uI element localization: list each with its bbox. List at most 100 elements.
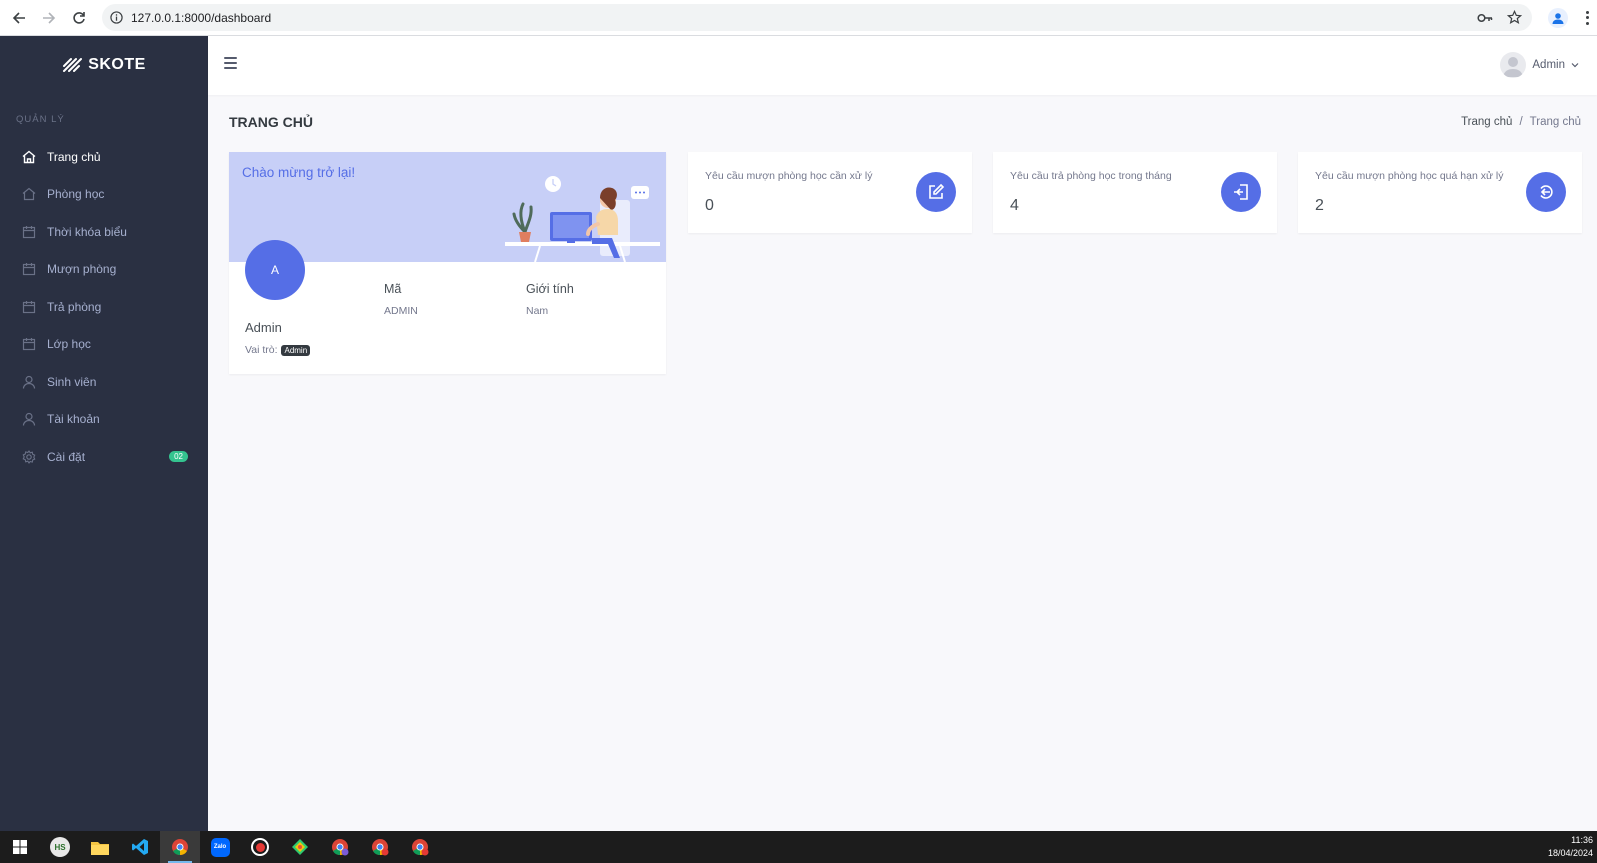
profile-gender: Giới tính Nam	[526, 282, 574, 317]
sidebar-item-label: Trang chủ	[47, 149, 101, 164]
sidebar-item-sinh-vien[interactable]: Sinh viên	[0, 363, 208, 401]
profile-icon[interactable]	[1548, 7, 1568, 28]
calendar-icon	[22, 300, 36, 314]
clock-time: 11:36	[1571, 835, 1593, 845]
settings-badge: 02	[169, 451, 188, 462]
chevron-down-icon	[1571, 63, 1579, 68]
welcome-banner: Chào mừng trở lại!	[229, 152, 666, 262]
code-value: ADMIN	[384, 305, 418, 317]
log-out-icon	[1526, 172, 1566, 212]
vscode-icon[interactable]	[120, 831, 160, 863]
breadcrumb: Trang chủ / Trang chủ	[1461, 116, 1581, 128]
gender-value: Nam	[526, 305, 549, 317]
gender-label: Giới tính	[526, 282, 574, 296]
sidebar-item-label: Sinh viên	[47, 374, 97, 389]
reload-icon	[73, 11, 85, 24]
calendar-icon	[22, 337, 36, 351]
sidebar-item-label: Cài đặt	[47, 449, 86, 464]
star-icon[interactable]	[1507, 10, 1522, 25]
browser-toolbar: 127.0.0.1:8000/dashboard	[0, 0, 1597, 36]
sidebar-item-thoi-khoa-bieu[interactable]: Thời khóa biểu	[0, 213, 208, 251]
chrome-profile-t-icon[interactable]	[320, 831, 360, 863]
arrow-left-icon	[12, 11, 25, 24]
chrome-profile-d-icon[interactable]	[400, 831, 440, 863]
gear-icon	[22, 449, 36, 464]
stat-card-pending-requests: Yêu cầu mượn phòng học cần xử lý 0	[688, 152, 972, 233]
breadcrumb-separator: /	[1519, 116, 1523, 128]
stat-card-overdue-requests: Yêu cầu mượn phòng học quá hạn xử lý 2	[1298, 152, 1582, 233]
reload-button[interactable]	[64, 3, 94, 33]
windows-start-icon[interactable]	[0, 831, 40, 863]
sidebar: SKOTE QUẢN LÝ Trang chủ Phòng học Thời k…	[0, 36, 208, 831]
log-in-icon	[1221, 172, 1261, 212]
page-title: TRANG CHỦ	[229, 114, 313, 130]
sidebar-item-tai-khoan[interactable]: Tài khoản	[0, 401, 208, 439]
windows-taskbar: HS Zalo 11:36 18/04/2024	[0, 831, 1597, 863]
profile-name: Admin	[245, 320, 282, 335]
recorder-icon[interactable]	[240, 831, 280, 863]
arrow-right-icon	[43, 11, 56, 24]
stat-value: 4	[1010, 197, 1019, 214]
role-badge: Admin	[281, 344, 311, 356]
welcome-greeting: Chào mừng trở lại!	[242, 165, 356, 180]
system-clock[interactable]: 11:36 18/04/2024	[1548, 834, 1593, 860]
stat-value: 2	[1315, 197, 1324, 214]
stat-label: Yêu cầu mượn phòng học quá hạn xử lý	[1315, 170, 1504, 182]
logo-text: SKOTE	[88, 56, 146, 73]
user-icon	[22, 412, 36, 426]
sidebar-item-trang-chu[interactable]: Trang chủ	[0, 138, 208, 176]
profile-role: Vai trò: Admin	[245, 344, 311, 356]
code-label: Mã	[384, 282, 402, 296]
role-label: Vai trò:	[245, 344, 278, 356]
sidebar-item-lop-hoc[interactable]: Lớp học	[0, 326, 208, 364]
calendar-icon	[22, 225, 36, 239]
kebab-menu-icon[interactable]	[1586, 10, 1589, 25]
chrome-browser-icon[interactable]	[160, 831, 200, 863]
stat-card-returns-month: Yêu cầu trả phòng học trong tháng 4	[993, 152, 1277, 233]
key-icon[interactable]	[1477, 13, 1493, 23]
back-button[interactable]	[4, 3, 34, 33]
welcome-card: Chào mừng trở lại! A Admin Vai trò: Admi…	[229, 152, 666, 374]
user-name: Admin	[1532, 59, 1565, 71]
sidebar-item-muon-phong[interactable]: Mượn phòng	[0, 251, 208, 289]
chrome-profile-r-icon[interactable]	[360, 831, 400, 863]
stat-label: Yêu cầu mượn phòng học cần xử lý	[705, 170, 873, 182]
calendar-icon	[22, 262, 36, 276]
hamburger-menu-icon[interactable]	[224, 57, 237, 69]
breadcrumb-link[interactable]: Trang chủ	[1461, 116, 1512, 128]
sidebar-item-label: Thời khóa biểu	[47, 224, 127, 239]
edit-icon	[916, 172, 956, 212]
forward-button[interactable]	[34, 3, 64, 33]
git-client-icon[interactable]	[280, 831, 320, 863]
profile-code: Mã ADMIN	[384, 282, 418, 317]
clock-date: 18/04/2024	[1547, 848, 1593, 858]
address-bar[interactable]: 127.0.0.1:8000/dashboard	[102, 4, 1532, 31]
sidebar-item-cai-dat[interactable]: Cài đặt 02	[0, 438, 208, 476]
home-outline-icon	[22, 187, 36, 201]
breadcrumb-current: Trang chủ	[1529, 116, 1581, 128]
zalo-icon[interactable]: Zalo	[200, 831, 240, 863]
info-icon[interactable]	[110, 11, 123, 24]
sidebar-item-label: Tài khoản	[47, 412, 100, 427]
file-explorer-icon[interactable]	[80, 831, 120, 863]
url-text: 127.0.0.1:8000/dashboard	[131, 10, 272, 25]
user-dropdown[interactable]: Admin	[1500, 52, 1579, 78]
logo[interactable]: SKOTE	[0, 36, 208, 94]
sidebar-item-label: Mượn phòng	[47, 262, 117, 277]
sidebar-item-tra-phong[interactable]: Trả phòng	[0, 288, 208, 326]
hs-app-icon[interactable]: HS	[40, 831, 80, 863]
user-icon	[22, 375, 36, 389]
stat-label: Yêu cầu trả phòng học trong tháng	[1010, 170, 1172, 182]
menu-section-title: QUẢN LÝ	[16, 114, 65, 125]
home-icon	[22, 150, 36, 164]
stat-value: 0	[705, 197, 714, 214]
profile-avatar: A	[245, 240, 305, 300]
topbar: Admin	[208, 36, 1597, 95]
sidebar-item-label: Lớp học	[47, 337, 91, 352]
logo-icon	[63, 58, 83, 72]
avatar	[1500, 52, 1527, 78]
sidebar-item-label: Phòng học	[47, 187, 105, 202]
office-illustration-icon	[505, 176, 660, 262]
sidebar-item-phong-hoc[interactable]: Phòng học	[0, 176, 208, 214]
sidebar-item-label: Trả phòng	[47, 299, 102, 314]
